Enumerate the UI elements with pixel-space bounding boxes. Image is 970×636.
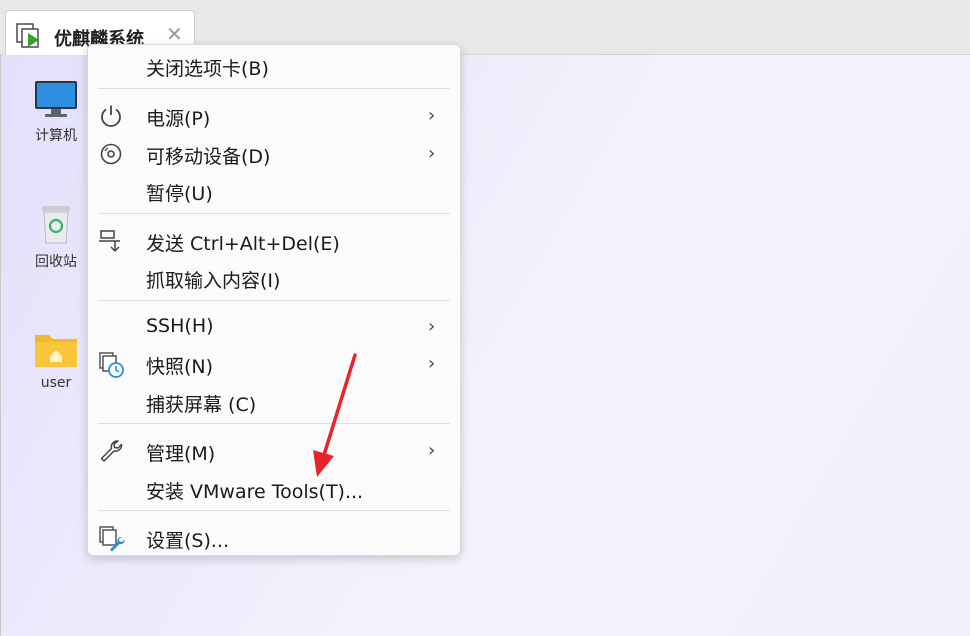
recycle-bin-icon <box>21 203 91 245</box>
menu-item-label: 关闭选项卡(B) <box>146 58 269 80</box>
menu-item-label: 电源(P) <box>146 108 211 130</box>
menu-item-manage[interactable]: 管理(M) › <box>88 432 460 468</box>
snapshot-clock-icon <box>98 351 124 378</box>
menu-item-label: 管理(M) <box>146 443 216 465</box>
submenu-chevron-icon: › <box>428 105 436 126</box>
menu-item-label: 发送 Ctrl+Alt+Del(E) <box>146 233 340 255</box>
menu-item-label: SSH(H) <box>146 315 214 337</box>
menu-item-close-tab[interactable]: 关闭选项卡(B) <box>88 47 460 83</box>
send-keys-icon <box>98 228 124 254</box>
menu-item-label: 暂停(U) <box>146 183 213 205</box>
menu-item-power[interactable]: 电源(P) › <box>88 97 460 133</box>
menu-divider <box>98 510 450 511</box>
wrench-icon <box>98 438 124 464</box>
menu-item-label: 可移动设备(D) <box>146 146 271 168</box>
desktop-icon-label: user <box>40 375 72 391</box>
submenu-chevron-icon: › <box>428 143 436 164</box>
menu-divider <box>98 423 450 424</box>
submenu-chevron-icon: › <box>428 316 436 337</box>
menu-divider <box>98 88 450 89</box>
desktop-icon-label: 回收站 <box>35 254 77 270</box>
menu-item-label: 设置(S)... <box>146 530 230 552</box>
home-folder-icon <box>21 329 91 369</box>
menu-item-settings[interactable]: 设置(S)... <box>88 519 460 555</box>
vm-context-menu: 关闭选项卡(B) 电源(P) › 可移动设备(D) › 暂停(U) 发送 Ctr… <box>87 44 461 556</box>
desktop-icon-recycle-bin[interactable]: 回收站 <box>21 203 91 271</box>
settings-vm-icon <box>98 525 125 552</box>
menu-item-grab-input[interactable]: 抓取输入内容(I) <box>88 259 460 295</box>
power-icon <box>98 103 124 129</box>
menu-item-capture-screen[interactable]: 捕获屏幕 (C) <box>88 383 460 419</box>
menu-item-label: 快照(N) <box>146 356 214 378</box>
menu-item-pause[interactable]: 暂停(U) <box>88 172 460 208</box>
menu-divider <box>98 300 450 301</box>
menu-item-ssh[interactable]: SSH(H) › <box>88 308 460 344</box>
tab-close-icon[interactable]: ✕ <box>166 23 183 45</box>
menu-item-removable-devices[interactable]: 可移动设备(D) › <box>88 135 460 171</box>
submenu-chevron-icon: › <box>428 353 436 374</box>
menu-item-snapshot[interactable]: 快照(N) › <box>88 345 460 381</box>
menu-item-label: 抓取输入内容(I) <box>146 270 281 292</box>
disc-icon <box>98 141 124 167</box>
desktop-icon-label: 计算机 <box>35 128 77 144</box>
menu-divider <box>98 213 450 214</box>
computer-monitor-icon <box>21 79 91 119</box>
desktop-icon-user[interactable]: user <box>21 329 91 391</box>
menu-item-send-ctrl-alt-del[interactable]: 发送 Ctrl+Alt+Del(E) <box>88 222 460 258</box>
menu-item-label: 安装 VMware Tools(T)... <box>146 481 364 503</box>
submenu-chevron-icon: › <box>428 440 436 461</box>
desktop-icon-computer[interactable]: 计算机 <box>21 79 91 145</box>
menu-item-label: 捕获屏幕 (C) <box>146 394 257 416</box>
vm-play-icon <box>15 21 45 51</box>
menu-item-install-vmware-tools[interactable]: 安装 VMware Tools(T)... <box>88 470 460 506</box>
